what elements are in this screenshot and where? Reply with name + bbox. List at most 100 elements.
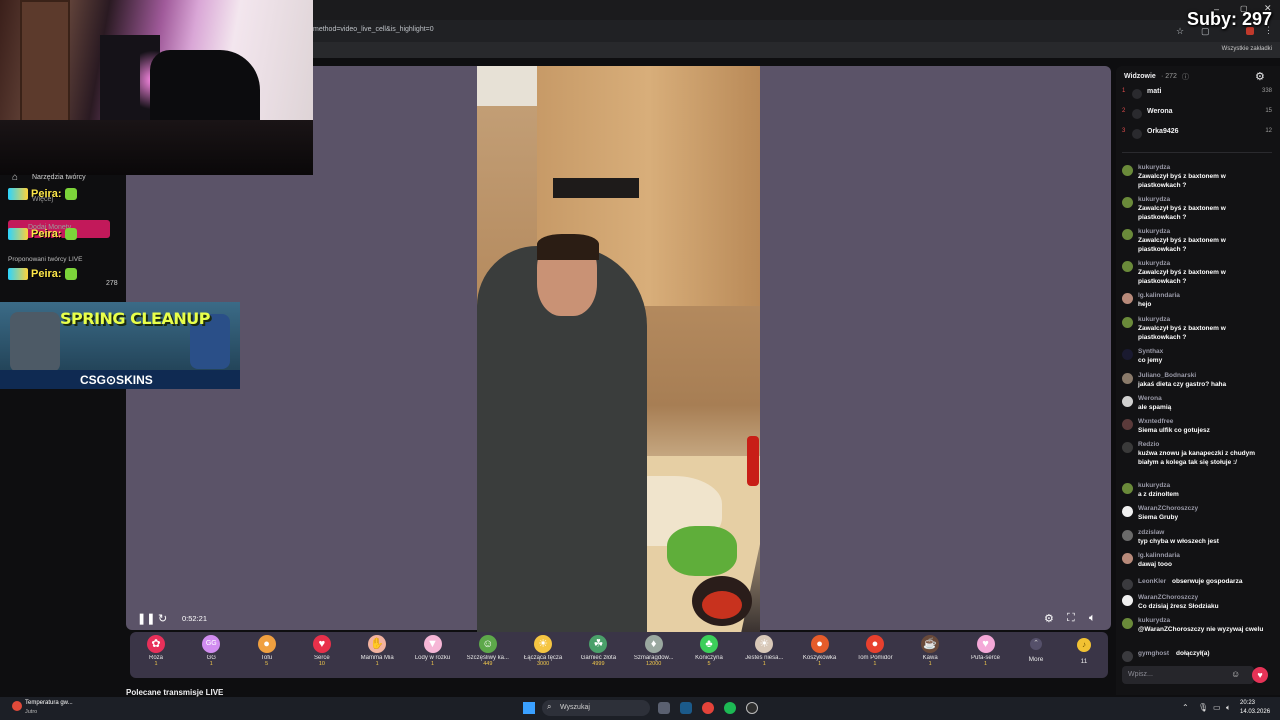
network-icon[interactable]: ▭: [1213, 703, 1221, 712]
chat-username[interactable]: Redzio: [1138, 441, 1159, 450]
top-viewer-row[interactable]: 3 Orka9426 12: [1122, 128, 1272, 142]
chat-text: Zawalczył byś z baxtonem w piastkowkach …: [1138, 205, 1226, 221]
obs-icon[interactable]: [746, 702, 758, 714]
info-icon[interactable]: ⓘ: [1182, 72, 1189, 82]
gift-item[interactable]: ▼ Lody w rożku 1: [407, 634, 459, 676]
gift-item[interactable]: ● Tom Pomidor 1: [849, 634, 901, 676]
top-viewer-row[interactable]: 2 Werona 15: [1122, 108, 1272, 122]
chat-username[interactable]: lg.kalinndaria: [1138, 552, 1180, 561]
chat-username[interactable]: kukurydza: [1138, 482, 1170, 491]
gifts-more-button[interactable]: ⌃ More: [1022, 636, 1050, 663]
clock-date[interactable]: 14.03.2026: [1240, 709, 1270, 715]
viewer-name: Orka9426: [1147, 128, 1179, 135]
chat-username[interactable]: LeonKler: [1138, 578, 1166, 587]
avatar: [1122, 229, 1133, 240]
gift-item[interactable]: ☕ Kawa 1: [904, 634, 956, 676]
all-bookmarks-link[interactable]: Wszystkie zakładki: [1222, 46, 1272, 52]
chat-username[interactable]: gymghost: [1138, 650, 1169, 659]
pause-icon[interactable]: ❚❚: [137, 612, 155, 625]
viewer-rank: 1: [1122, 88, 1126, 94]
chat-text: co jemy: [1138, 357, 1163, 364]
taskbar-search-label: Wyszukaj: [560, 704, 590, 711]
gift-item[interactable]: ● Koszykówka 1: [794, 634, 846, 676]
gift-item[interactable]: ♥ Serce 10: [296, 634, 348, 676]
top-viewer-row[interactable]: 1 mati 338: [1122, 88, 1272, 102]
volume-icon[interactable]: 🔈︎: [1089, 612, 1096, 625]
avatar: [1122, 396, 1133, 407]
ice-cream-icon: ▼: [423, 635, 442, 653]
avatar: [1122, 165, 1133, 176]
gift-item[interactable]: ♥ Pufa-serce 1: [960, 634, 1012, 676]
gift-item[interactable]: ☀ Łącząca tęcza 3000: [517, 634, 569, 676]
mic-icon[interactable]: 🎙︎: [1198, 703, 1208, 712]
peira-badge: Peira:: [8, 186, 108, 202]
pot-of-gold-icon: ☘: [589, 635, 608, 653]
gift-price: 1: [430, 661, 435, 667]
address-bar[interactable]: [313, 20, 1280, 42]
gift-item[interactable]: ♦ Szmaragdow... 12000: [628, 634, 680, 676]
gift-item[interactable]: GG GG 1: [185, 634, 237, 676]
chat-username[interactable]: kukurydza: [1138, 228, 1170, 237]
event-text: obserwuje gospodarza: [1172, 578, 1243, 585]
more-link[interactable]: Więcej: [32, 196, 53, 203]
chrome-icon[interactable]: [702, 702, 714, 714]
avatar: [1122, 349, 1133, 360]
tray-chevron-icon[interactable]: ⌃: [1182, 703, 1189, 712]
coins-balance[interactable]: ♪ 11: [1070, 636, 1098, 665]
chat-username[interactable]: lg.kalinndaria: [1138, 292, 1180, 301]
chat-username[interactable]: WaranZChoroszczy: [1138, 505, 1198, 514]
chat-username[interactable]: Werona: [1138, 395, 1162, 404]
chat-username[interactable]: kukurydza: [1138, 196, 1170, 205]
gift-item[interactable]: ☺ Szczęśliwy ka... 449: [462, 634, 514, 676]
avatar: [1122, 373, 1133, 384]
gift-price: 1: [375, 661, 379, 667]
chat-username[interactable]: kukurydza: [1138, 316, 1170, 325]
fullscreen-icon[interactable]: ⛶: [1067, 612, 1075, 625]
creator-tools-link[interactable]: Narzędzia twórcy: [32, 174, 86, 181]
chat-text: kuźwa znowu ja kanapeczki z chudym biały…: [1138, 450, 1256, 466]
bookmark-star-icon[interactable]: ☆: [1176, 26, 1184, 37]
emote-icon: [64, 268, 77, 280]
weather-widget-title[interactable]: Temperatura gw...: [25, 700, 73, 706]
task-view-icon[interactable]: [658, 702, 670, 714]
taskbar-search[interactable]: [542, 700, 650, 716]
spotify-icon[interactable]: [724, 702, 736, 714]
refresh-icon[interactable]: ↻: [158, 612, 167, 625]
chat-username[interactable]: kukurydza: [1138, 164, 1170, 173]
avatar: [1122, 595, 1133, 606]
windows-start-icon[interactable]: [523, 702, 535, 714]
chat-text: Zawalczył byś z baxtonem w piastkowkach …: [1138, 237, 1226, 253]
suggested-creator-viewers: 278: [106, 280, 118, 287]
like-heart-button[interactable]: ♥: [1252, 667, 1268, 683]
home-icon[interactable]: ⌂: [12, 172, 18, 183]
gift-item[interactable]: ✋ Mamma Mia 1: [351, 634, 403, 676]
steam-icon[interactable]: [680, 702, 692, 714]
basketball-icon: ●: [810, 635, 829, 653]
gift-price: 5: [707, 661, 711, 667]
chat-settings-icon[interactable]: ⚙: [1255, 70, 1265, 83]
gift-item[interactable]: ● Tofu 5: [241, 634, 293, 676]
gift-price: 12000: [646, 661, 662, 667]
gift-item[interactable]: ✿ Róża 1: [130, 634, 182, 676]
chat-username[interactable]: Synthax: [1138, 348, 1163, 357]
weather-icon[interactable]: [12, 701, 22, 711]
emoji-icon[interactable]: ☺: [1231, 669, 1240, 679]
chat-username[interactable]: Wxntedfree: [1138, 418, 1173, 427]
gift-item[interactable]: ♣ Koniczyna 5: [683, 634, 735, 676]
live-video-frame[interactable]: [477, 66, 760, 632]
chat-username[interactable]: kukurydza: [1138, 260, 1170, 269]
gift-item[interactable]: ☀ Jesteś niesa... 1: [738, 634, 790, 676]
address-url-text[interactable]: method=video_live_cell&is_highlight=0: [313, 26, 434, 33]
emerald-icon: ♦: [644, 635, 663, 653]
clock-time[interactable]: 20:23: [1240, 700, 1255, 706]
chat-username[interactable]: Juliano_Bodnarski: [1138, 372, 1196, 381]
avatar: [1132, 129, 1142, 139]
gift-item[interactable]: ☘ Garniec złota 4999: [572, 634, 624, 676]
chat-text: @WaranZChoroszczy nie wyzywaj cwelu: [1138, 626, 1264, 633]
chat-username[interactable]: WaranZChoroszczy: [1138, 594, 1198, 603]
chat-username[interactable]: zdzislaw: [1138, 529, 1164, 538]
speaker-icon[interactable]: 🔈︎: [1226, 703, 1231, 713]
settings-icon[interactable]: ⚙: [1044, 612, 1054, 625]
chat-username[interactable]: kukurydza: [1138, 617, 1170, 626]
gift-price: 1: [983, 661, 988, 667]
